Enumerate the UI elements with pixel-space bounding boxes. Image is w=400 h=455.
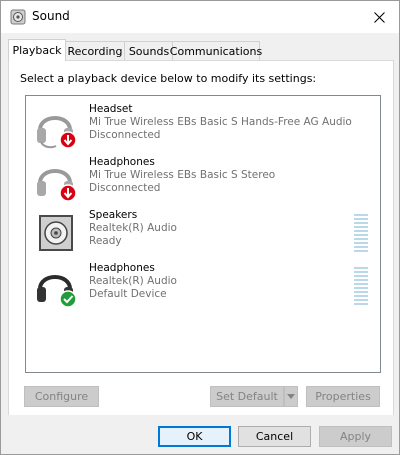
headphones-icon (37, 275, 77, 308)
device-description: Mi True Wireless EBs Basic S Hands-Free … (89, 116, 352, 128)
ok-button[interactable]: OK (158, 426, 231, 447)
window-title: Sound (32, 9, 70, 23)
device-status: Default Device (89, 288, 167, 300)
default-checkmark-badge (59, 290, 77, 308)
device-list[interactable]: Headset Mi True Wireless EBs Basic S Han… (25, 95, 381, 373)
headset-icon (37, 116, 77, 149)
tab-label: Communications (169, 44, 263, 58)
chevron-down-icon (287, 394, 295, 399)
cancel-button[interactable]: Cancel (238, 426, 311, 447)
instruction-text: Select a playback device below to modify… (20, 72, 317, 85)
tab-sounds[interactable]: Sounds (124, 41, 174, 60)
set-default-dropdown[interactable] (284, 386, 298, 407)
tab-recording[interactable]: Recording (64, 41, 126, 60)
speaker-title-icon (10, 9, 26, 25)
set-default-button[interactable]: Set Default (210, 386, 284, 407)
disconnected-badge (59, 131, 77, 149)
device-status: Disconnected (89, 129, 161, 141)
playback-panel: Select a playback device below to modify… (8, 60, 394, 416)
close-button[interactable] (359, 1, 399, 33)
device-item-headphones-realtek[interactable]: Headphones Realtek(R) Audio Default Devi… (26, 259, 380, 312)
sound-dialog: Sound Playback Recording Sounds Communic… (0, 0, 400, 455)
dialog-footer: OK Cancel Apply (1, 415, 399, 454)
device-name: Speakers (89, 209, 138, 221)
tab-communications[interactable]: Communications (169, 41, 263, 60)
title-bar[interactable]: Sound (1, 1, 399, 33)
configure-label: Configure (34, 390, 89, 403)
tab-playback[interactable]: Playback (8, 39, 66, 61)
device-status: Disconnected (89, 182, 161, 194)
device-status: Ready (89, 235, 122, 247)
tab-label: Recording (67, 44, 123, 58)
tab-label: Playback (12, 44, 62, 57)
properties-button[interactable]: Properties (306, 386, 380, 407)
volume-level-meter (354, 267, 368, 305)
disconnected-badge (59, 184, 77, 202)
device-name: Headset (89, 103, 133, 115)
device-description: Mi True Wireless EBs Basic S Stereo (89, 169, 276, 181)
configure-button[interactable]: Configure (24, 386, 99, 407)
tab-label: Sounds (128, 44, 170, 58)
device-item-headset[interactable]: Headset Mi True Wireless EBs Basic S Han… (26, 100, 380, 153)
close-icon (373, 11, 385, 23)
volume-level-meter (354, 214, 368, 252)
device-name: Headphones (89, 262, 155, 274)
speaker-icon (39, 215, 73, 251)
apply-label: Apply (339, 430, 372, 443)
headphones-icon (37, 169, 77, 202)
device-item-headphones-bt[interactable]: Headphones Mi True Wireless EBs Basic S … (26, 153, 380, 206)
device-description: Realtek(R) Audio (89, 275, 177, 287)
set-default-label: Set Default (216, 390, 278, 403)
device-description: Realtek(R) Audio (89, 222, 177, 234)
ok-label: OK (186, 430, 203, 443)
device-name: Headphones (89, 156, 155, 168)
properties-label: Properties (315, 390, 371, 403)
apply-button[interactable]: Apply (319, 426, 392, 447)
cancel-label: Cancel (255, 430, 294, 443)
device-item-speakers[interactable]: Speakers Realtek(R) Audio Ready (26, 206, 380, 259)
